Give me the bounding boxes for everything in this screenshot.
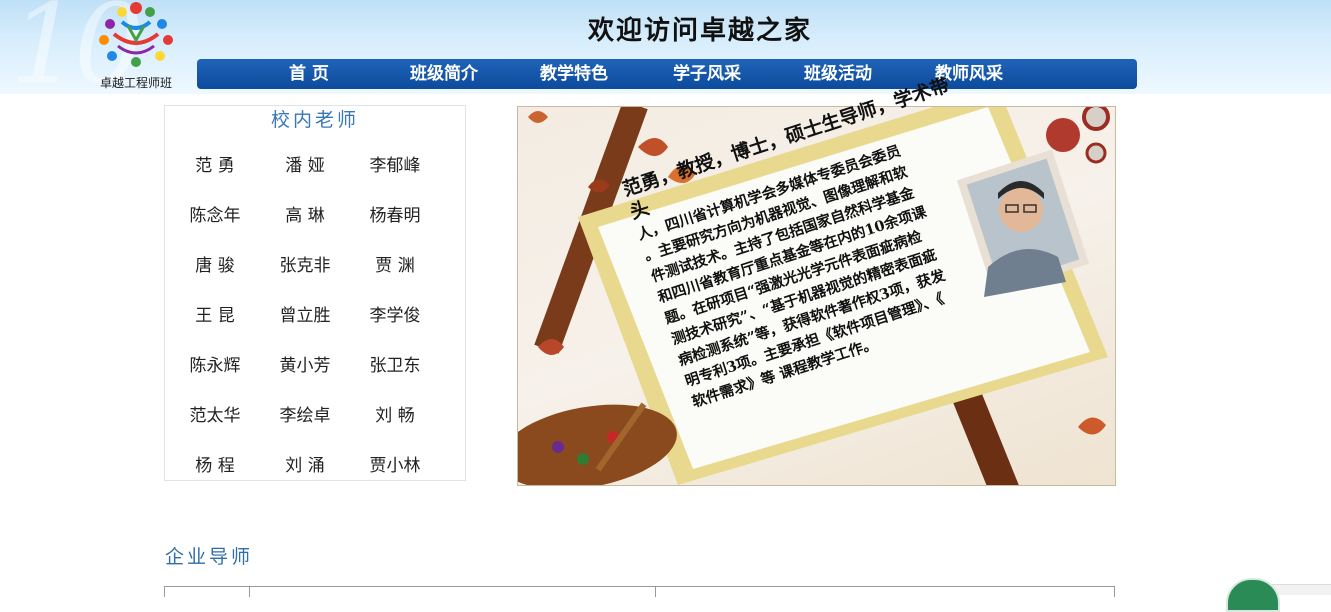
teacher-panel-title: 校内老师 [270, 109, 359, 131]
teacher-name[interactable]: 贾小林 [350, 451, 440, 476]
table-divider [655, 587, 656, 597]
teacher-name[interactable]: 李郁峰 [350, 151, 440, 176]
teacher-name[interactable]: 范太华 [170, 401, 260, 426]
nav-teaching-features[interactable]: 教学特色 [540, 63, 608, 85]
teacher-name[interactable]: 贾 渊 [350, 251, 440, 276]
header-banner: 10 卓越工程师班 欢迎访问卓越之家 首 页 班级简介 教学特色 学子风采 班级… [0, 0, 1331, 94]
teacher-name[interactable]: 刘 涌 [260, 451, 350, 476]
teacher-name[interactable]: 高 琳 [260, 201, 350, 226]
teacher-name[interactable]: 曾立胜 [260, 301, 350, 326]
teacher-list-panel: 校内老师 范 勇 潘 娅 李郁峰 陈念年 高 琳 杨春明 唐 骏 张克非 贾 渊… [164, 105, 466, 481]
teacher-name[interactable]: 范 勇 [170, 151, 260, 176]
teacher-name[interactable]: 黄小芳 [260, 351, 350, 376]
site-title: 欢迎访问卓越之家 [587, 16, 812, 46]
teacher-name[interactable]: 李绘卓 [260, 401, 350, 426]
table-divider [249, 587, 250, 597]
nav-class-activities[interactable]: 班级活动 [804, 63, 872, 85]
teacher-name[interactable]: 刘 畅 [350, 401, 440, 426]
teacher-name[interactable]: 潘 娅 [260, 151, 350, 176]
teacher-name[interactable]: 张卫东 [350, 351, 440, 376]
teacher-name[interactable]: 陈念年 [170, 201, 260, 226]
teacher-name[interactable]: 杨春明 [350, 201, 440, 226]
nav-home[interactable]: 首 页 [289, 63, 329, 85]
main-nav: 首 页 班级简介 教学特色 学子风采 班级活动 教师风采 [197, 59, 1137, 89]
teacher-name[interactable]: 陈永辉 [170, 351, 260, 376]
teacher-name[interactable]: 张克非 [260, 251, 350, 276]
teacher-name[interactable]: 杨 程 [170, 451, 260, 476]
nav-student-showcase[interactable]: 学子风采 [673, 63, 741, 85]
enterprise-mentors-title: 企业导师 [165, 546, 254, 568]
teacher-name[interactable]: 唐 骏 [170, 251, 260, 276]
teacher-name[interactable]: 王 昆 [170, 301, 260, 326]
class-logo-icon[interactable] [94, 0, 178, 72]
teacher-name[interactable]: 李学俊 [350, 301, 440, 326]
logo-caption: 卓越工程师班 [99, 76, 172, 90]
nav-class-intro[interactable]: 班级简介 [410, 63, 478, 85]
